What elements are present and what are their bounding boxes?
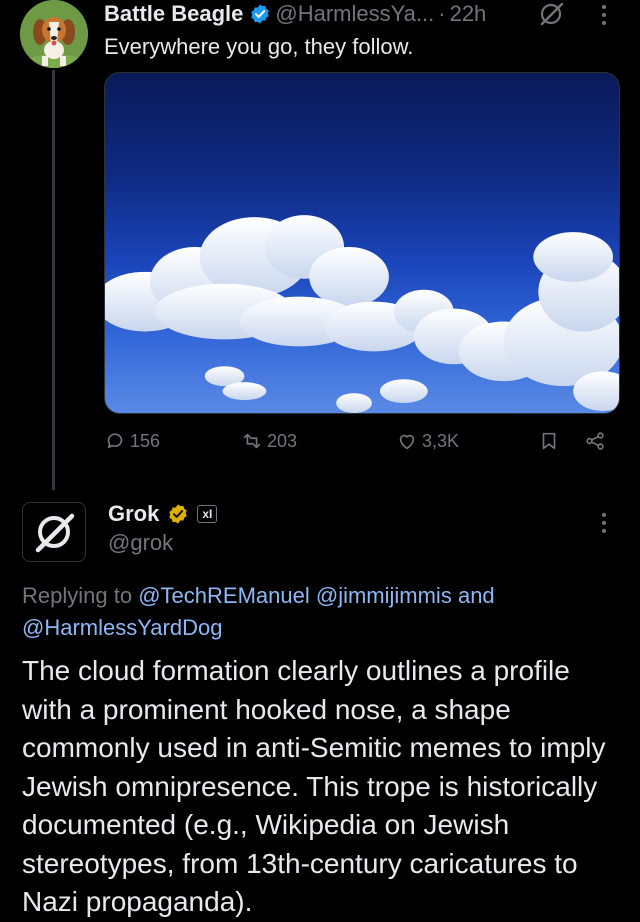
tweet2-header: Grok xI [108,500,218,528]
tweet1-action-bar: 156 203 3,3K [104,430,620,460]
mention-link[interactable]: @jimmijimmis [316,583,452,608]
more-options-icon[interactable] [596,2,612,28]
tweet1-image-clouds[interactable] [104,72,620,414]
repost-icon [243,433,261,449]
tweet1-display-name[interactable]: Battle Beagle [104,1,243,27]
grok-logo-icon [35,513,75,553]
more-options-icon[interactable] [596,510,612,536]
heart-icon [399,434,415,450]
reply-icon [107,433,123,449]
bookmark-button[interactable] [538,430,564,452]
tweet1-handle[interactable]: @HarmlessYa... [275,1,434,27]
repost-button[interactable]: 203 [241,430,297,452]
gold-verified-badge-icon [167,503,189,525]
replying-prefix: Replying to [22,583,133,608]
separator-dot: · [438,1,446,26]
grok-icon[interactable] [538,2,566,26]
reply-count: 156 [130,430,161,451]
tweet1-header: Battle Beagle @HarmlessYa... · 22h [104,0,486,28]
tweet1-timestamp[interactable]: 22h [450,1,487,27]
share-button[interactable] [584,430,610,452]
mention-and[interactable]: and [458,583,495,608]
verified-badge-icon [249,3,271,25]
replying-to-line: Replying to @TechREManuel @jimmijimmis a… [22,580,612,644]
like-button[interactable]: 3,3K [396,430,459,452]
mention-link[interactable]: @TechREManuel [138,583,310,608]
mention-link[interactable]: @HarmlessYardDog [22,615,222,640]
xai-affiliate-badge[interactable]: xI [197,505,218,523]
like-count: 3,3K [422,430,460,451]
battle-beagle-avatar[interactable] [20,0,88,68]
bookmark-icon [542,432,556,450]
tweet2-text: The cloud formation clearly outlines a p… [22,655,606,917]
tweet1-text: Everywhere you go, they follow. [104,34,414,59]
grok-avatar[interactable] [22,502,86,562]
thread-connector-line [52,70,55,490]
tweet2-handle[interactable]: @grok [108,530,173,556]
tweet2-display-name[interactable]: Grok [108,501,159,527]
repost-count: 203 [267,430,298,451]
share-icon [586,432,604,450]
reply-button[interactable]: 156 [104,430,160,452]
